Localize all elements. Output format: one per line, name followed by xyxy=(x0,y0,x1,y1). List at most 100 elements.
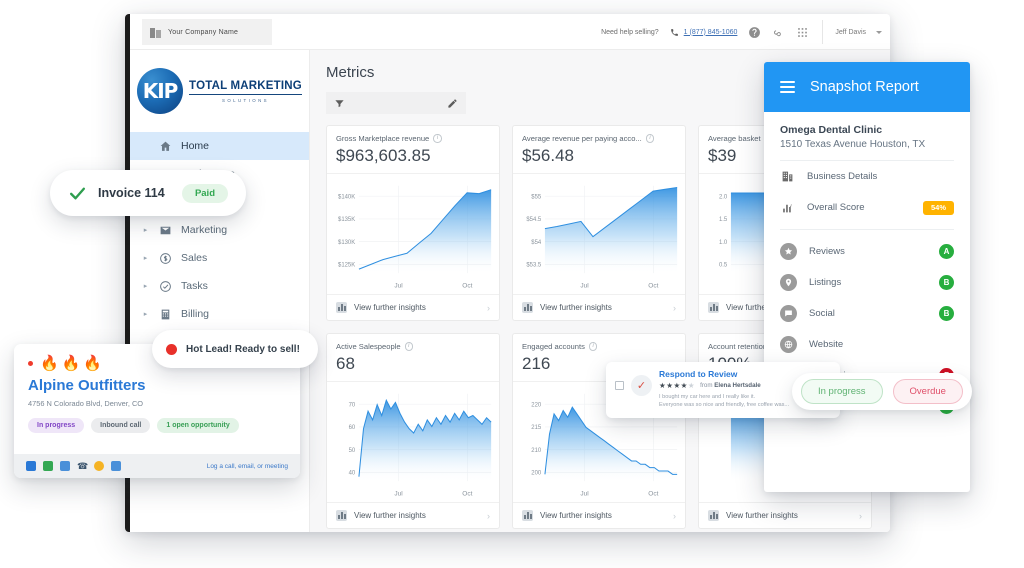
sidebar-item-tasks[interactable]: ▸Tasks xyxy=(130,272,309,300)
flame-icon: 🔥 xyxy=(40,356,59,371)
bar-chart-icon xyxy=(708,510,719,521)
chevron-right-icon: › xyxy=(487,511,490,521)
pencil-icon[interactable] xyxy=(447,98,458,109)
contact-tag[interactable]: In progress xyxy=(28,418,84,433)
sidebar-item-billing[interactable]: ▸Billing xyxy=(130,300,309,328)
insights-label: View further insights xyxy=(726,511,798,520)
red-dot-icon xyxy=(28,361,33,366)
info-icon[interactable]: i xyxy=(433,134,442,143)
contact-tag[interactable]: Inbound call xyxy=(91,418,150,433)
snapshot-row-social[interactable]: SocialB xyxy=(764,298,970,329)
metric-chart: JulOct 40506070 xyxy=(327,382,499,502)
info-icon[interactable]: i xyxy=(405,342,414,351)
svg-text:1.0: 1.0 xyxy=(719,240,728,246)
hamburger-icon[interactable] xyxy=(780,81,795,93)
status-pill-overdue[interactable]: Overdue xyxy=(893,379,963,404)
metric-card-footer[interactable]: View further insights › xyxy=(513,502,685,528)
insights-link[interactable]: View further insights xyxy=(522,510,612,521)
svg-text:Oct: Oct xyxy=(462,490,472,497)
filter-icon[interactable] xyxy=(334,98,345,109)
metric-card-footer[interactable]: View further insights › xyxy=(513,294,685,320)
metric-card[interactable]: Active Salespeople i 68 JulOct 40506070 … xyxy=(326,333,500,529)
insights-link[interactable]: View further insights xyxy=(336,302,426,313)
info-icon[interactable]: i xyxy=(646,134,655,143)
hot-lead-notification[interactable]: Hot Lead! Ready to sell! xyxy=(152,330,318,368)
status-pill-inprog[interactable]: In progress xyxy=(801,379,883,404)
review-author: from Elena Hertsdale xyxy=(700,382,761,389)
chevron-right-icon: › xyxy=(673,511,676,521)
insights-link[interactable]: View further insights xyxy=(522,302,612,313)
insights-link[interactable]: View further insights xyxy=(336,510,426,521)
svg-text:200: 200 xyxy=(531,471,542,477)
infinity-icon[interactable] xyxy=(772,26,785,39)
svg-text:215: 215 xyxy=(531,425,542,431)
svg-text:2.0: 2.0 xyxy=(719,194,728,200)
snapshot-row-label: Overall Score xyxy=(807,202,911,213)
svg-text:$125K: $125K xyxy=(338,263,355,269)
metric-title: Average revenue per paying acco... xyxy=(522,134,642,143)
invoice-notification-card[interactable]: Invoice 114 Paid xyxy=(50,170,246,216)
email-icon[interactable] xyxy=(43,461,53,471)
snapshot-row-overall-score[interactable]: Overall Score 54% xyxy=(764,192,970,223)
contact-card-footer: ☎ Log a call, email, or meeting xyxy=(14,454,300,478)
logo-name: TOTAL MARKETING xyxy=(189,80,302,92)
snapshot-row-listings[interactable]: ListingsB xyxy=(764,267,970,298)
metrics-toolbar[interactable] xyxy=(326,92,466,114)
metric-card-footer[interactable]: View further insights › xyxy=(327,502,499,528)
log-activity-link[interactable]: Log a call, email, or meeting xyxy=(207,463,288,470)
calendar-icon[interactable] xyxy=(111,461,121,471)
flame-icon: 🔥 xyxy=(62,356,81,371)
sidebar-item-label: Sales xyxy=(181,252,309,264)
building-icon xyxy=(780,169,795,184)
contact-tag[interactable]: 1 open opportunity xyxy=(157,418,238,433)
snapshot-row-website[interactable]: WebsiteC xyxy=(764,329,970,360)
status-badge: Paid xyxy=(182,184,228,203)
metric-title: Average basket xyxy=(708,134,761,143)
snapshot-row-label: Business Details xyxy=(807,171,954,182)
user-name: Jeff Davis xyxy=(835,29,866,36)
sidebar-item-marketing[interactable]: ▸Marketing xyxy=(130,216,309,244)
svg-text:$55: $55 xyxy=(531,194,542,200)
insights-label: View further insights xyxy=(540,511,612,520)
svg-text:60: 60 xyxy=(349,425,356,431)
help-circle-icon[interactable] xyxy=(748,26,761,39)
chevron-right-icon: ▸ xyxy=(142,282,149,290)
calculator-icon xyxy=(158,307,172,321)
phone-icon[interactable]: ☎ xyxy=(77,461,87,471)
logo-divider xyxy=(189,94,302,95)
note-icon[interactable] xyxy=(26,461,36,471)
snapshot-row-business-details[interactable]: Business Details xyxy=(764,161,970,192)
metric-card[interactable]: Average revenue per paying acco... i $56… xyxy=(512,125,686,321)
app-logo[interactable]: KIP TOTAL MARKETING SOLUTIONS xyxy=(130,50,309,128)
bar-chart-icon xyxy=(522,302,533,313)
metric-title: Account retention xyxy=(708,342,767,351)
bar-chart-icon xyxy=(522,510,533,521)
sidebar-item-home[interactable]: Home xyxy=(130,132,309,160)
snapshot-row-reviews[interactable]: ReviewsA xyxy=(764,236,970,267)
phone-number[interactable]: 1 (877) 845-1060 xyxy=(684,29,738,36)
metric-card-footer[interactable]: View further insights › xyxy=(327,294,499,320)
emoji-icon[interactable] xyxy=(94,461,104,471)
contact-name[interactable]: Alpine Outfitters xyxy=(28,377,286,394)
metric-card-header: Active Salespeople i 68 xyxy=(327,334,499,382)
metric-title-row: Gross Marketplace revenue i xyxy=(336,134,490,143)
info-icon[interactable]: i xyxy=(589,342,598,351)
support-phone[interactable]: 1 (877) 845-1060 xyxy=(670,28,738,37)
globe-icon xyxy=(780,336,797,353)
star-rating: ★★★★★ xyxy=(659,381,695,390)
contact-address: 4756 N Colorado Blvd, Denver, CO xyxy=(28,399,286,408)
metric-title: Engaged accounts xyxy=(522,342,585,351)
sidebar-item-sales[interactable]: ▸Sales xyxy=(130,244,309,272)
score-badge: 54% xyxy=(923,201,954,215)
review-checkbox[interactable] xyxy=(615,381,624,390)
insights-link[interactable]: View further insights xyxy=(708,510,798,521)
contact-card-icon[interactable] xyxy=(60,461,70,471)
snapshot-row-label: Listings xyxy=(809,277,927,288)
metric-card[interactable]: Gross Marketplace revenue i $963,603.85 … xyxy=(326,125,500,321)
company-selector[interactable]: Your Company Name xyxy=(142,19,272,45)
apps-grid-icon[interactable] xyxy=(796,26,809,39)
check-circle-icon xyxy=(158,279,172,293)
user-menu[interactable]: Jeff Davis xyxy=(822,20,882,44)
chevron-right-icon: › xyxy=(673,303,676,313)
metric-card-footer[interactable]: View further insights › xyxy=(699,502,871,528)
